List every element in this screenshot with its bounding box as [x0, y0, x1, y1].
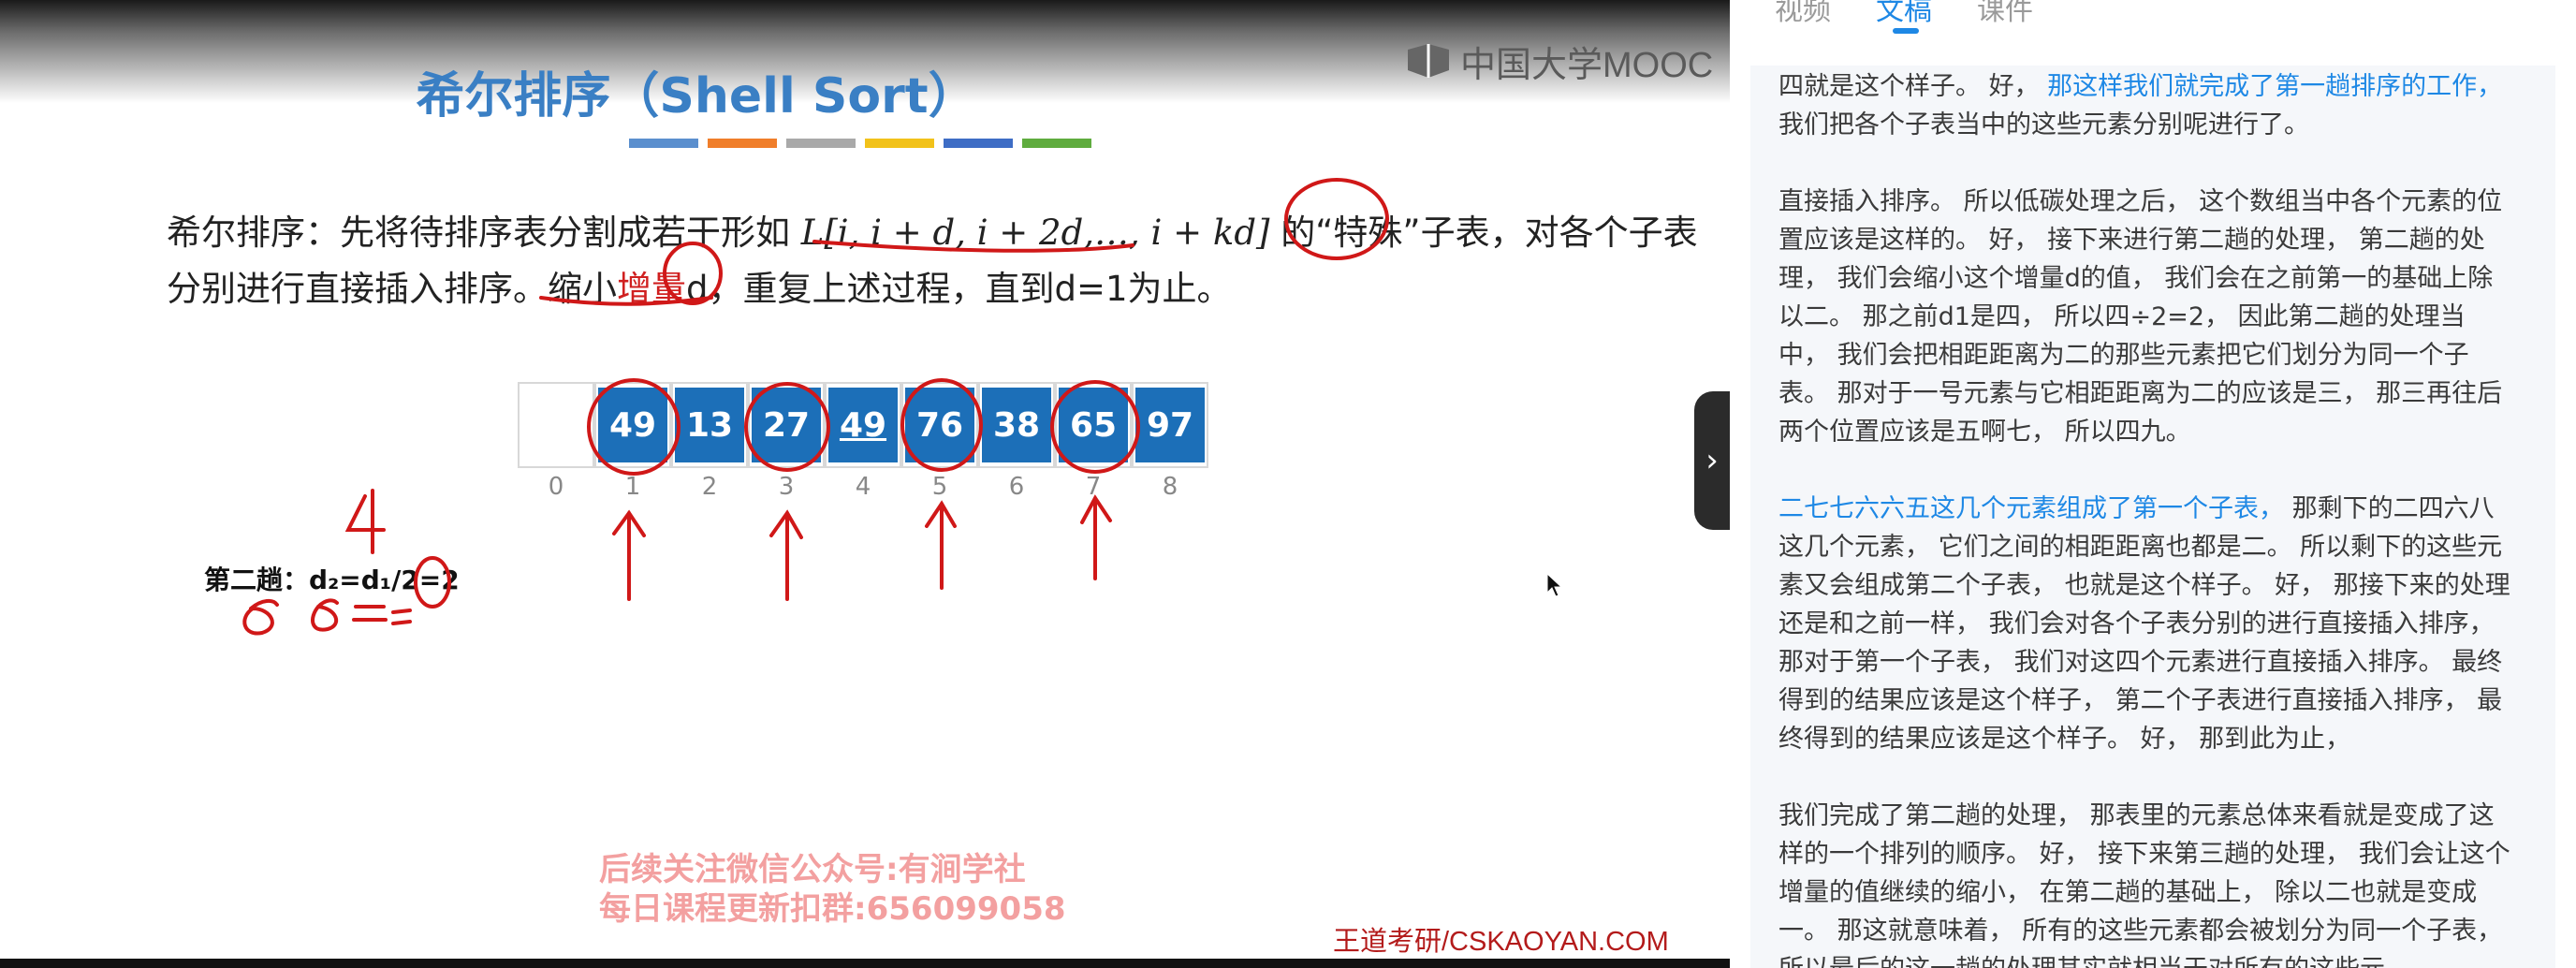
definition-line-1: 希尔排序：先将待排序表分割成若干形如 L[i, i + d, i + 2d,…,… [167, 204, 1698, 255]
definition-text: 的“特殊”子表，对各个子表 [1269, 213, 1698, 253]
array-index: 2 [701, 473, 718, 501]
transcript-paragraph: 我们完成了第二趟的处理， 那表里的元素总体来看就是变成了这样的一个排列的顺序。 … [1778, 797, 2514, 968]
transcript-sentence: 四就是这个样子。 好， [1778, 72, 2048, 101]
panel-tabs: 视频 文稿 课件 [1775, 0, 2033, 34]
transcript-sentence: 直接插入排序。 所以低碳处理之后， 这个数组当中各个元素的位置应该是这样的。 好… [1778, 187, 2503, 447]
transcript-sentence: 那剩下的二四六八这几个元素， 它们之间的相距距离也都是二。 所以剩下的这些元素又… [1778, 494, 2510, 754]
definition-text: d，重复上述过程，直到d=1为止。 [686, 269, 1232, 309]
transcript-paragraph: 四就是这个样子。 好， 那这样我们就完成了第一趟排序的工作， 我们把各个子表当中… [1778, 67, 2514, 144]
array-index: 0 [548, 473, 564, 501]
transcript-sentence: 我们完成了第二趟的处理， 那表里的元素总体来看就是变成了这样的一个排列的顺序。 … [1778, 801, 2510, 968]
array-index: 3 [778, 473, 795, 501]
transcript-current-sentence[interactable]: 那这样我们就完成了第一趟排序的工作， [2047, 72, 2502, 101]
array-cell: 76 [901, 382, 978, 468]
color-strip-segment [865, 139, 934, 148]
brand-footer: 王道考研/CSKAOYAN.COM [1333, 927, 1669, 957]
video-player[interactable]: 中国大学MOOC 希尔排序（Shell Sort） 希尔排序：先将待排序表分割成… [0, 0, 1730, 968]
definition-text: 希尔排序：先将待排序表分割成若干形如 [167, 213, 801, 253]
array-value: 49 [598, 388, 667, 462]
color-strip-segment [629, 139, 698, 148]
array-index: 7 [1085, 473, 1102, 501]
collapse-panel-button[interactable]: › [1694, 391, 1730, 530]
array-cell: 13 [671, 382, 748, 468]
array-value: 76 [905, 388, 974, 462]
array-cells: 49 13 27 49 76 38 65 97 [518, 382, 1208, 468]
array-cell [518, 382, 594, 468]
video-bottom-bar [0, 959, 1730, 968]
transcript-current-sentence[interactable]: 二七七六六五这几个元素组成了第一个子表， [1778, 494, 2284, 523]
array-index: 1 [624, 473, 641, 501]
watermark-line: 每日课程更新扣群:656099058 [599, 890, 1066, 928]
watermark-line: 后续关注微信公众号:有涧学社 [599, 851, 1026, 888]
array-index: 6 [1008, 473, 1025, 501]
array-cell: 97 [1132, 382, 1208, 468]
array-cell: 65 [1055, 382, 1132, 468]
watermark: 后续关注微信公众号:有涧学社 每日课程更新扣群:656099058 [599, 850, 1066, 929]
color-strip-segment [1022, 139, 1091, 148]
side-panel: 视频 文稿 课件 四就是这个样子。 好， 那这样我们就完成了第一趟排序的工作， 我们… [1730, 0, 2576, 968]
sublist-formula: L[i, i + d, i + 2d,…, i + kd] [800, 213, 1270, 253]
transcript-paragraph: 直接插入排序。 所以低碳处理之后， 这个数组当中各个元素的位置应该是这样的。 好… [1778, 183, 2514, 451]
array-cell: 49 [825, 382, 901, 468]
increment-highlight: 增量 [617, 269, 686, 309]
chevron-right-icon: › [1705, 442, 1719, 479]
array-index: 8 [1162, 473, 1178, 501]
array-value: 38 [982, 388, 1051, 462]
tab-slides[interactable]: 课件 [1977, 0, 2033, 28]
transcript-pane[interactable]: 四就是这个样子。 好， 那这样我们就完成了第一趟排序的工作， 我们把各个子表当中… [1750, 66, 2555, 968]
slide-title: 希尔排序（Shell Sort） [416, 68, 977, 125]
tab-transcript[interactable]: 文稿 [1876, 0, 1932, 34]
transcript-paragraph: 二七七六六五这几个元素组成了第一个子表， 那剩下的二四六八这几个元素， 它们之间… [1778, 490, 2514, 758]
array-value: 97 [1135, 388, 1205, 462]
array-index: 5 [931, 473, 948, 501]
array-cell: 38 [978, 382, 1055, 468]
tab-video[interactable]: 视频 [1775, 0, 1831, 28]
definition-line-2: 分别进行直接插入排序。缩小增量d，重复上述过程，直到d=1为止。 [167, 260, 1232, 311]
second-pass-label: 第二趟：d₂=d₁/2=2 [204, 565, 460, 595]
transcript-sentence: 我们把各个子表当中的这些元素分别呢进行了。 [1778, 110, 2309, 139]
array-value: 13 [675, 388, 744, 462]
color-strip-segment [786, 139, 856, 148]
mouse-cursor-icon [1546, 572, 1563, 601]
array-indices: 0 1 2 3 4 5 6 7 8 [518, 473, 1208, 501]
array-index: 4 [855, 473, 871, 501]
array-value: 27 [752, 388, 821, 462]
definition-text: 分别进行直接插入排序。缩小 [167, 269, 617, 309]
color-strip-segment [944, 139, 1013, 148]
transcript-text: 四就是这个样子。 好， 那这样我们就完成了第一趟排序的工作， 我们把各个子表当中… [1750, 66, 2555, 968]
array-value: 65 [1059, 388, 1128, 462]
title-color-strip [629, 139, 1091, 148]
array-cell: 27 [748, 382, 825, 468]
array-cell: 49 [594, 382, 671, 468]
array-value: 49 [828, 388, 898, 462]
color-strip-segment [708, 139, 777, 148]
